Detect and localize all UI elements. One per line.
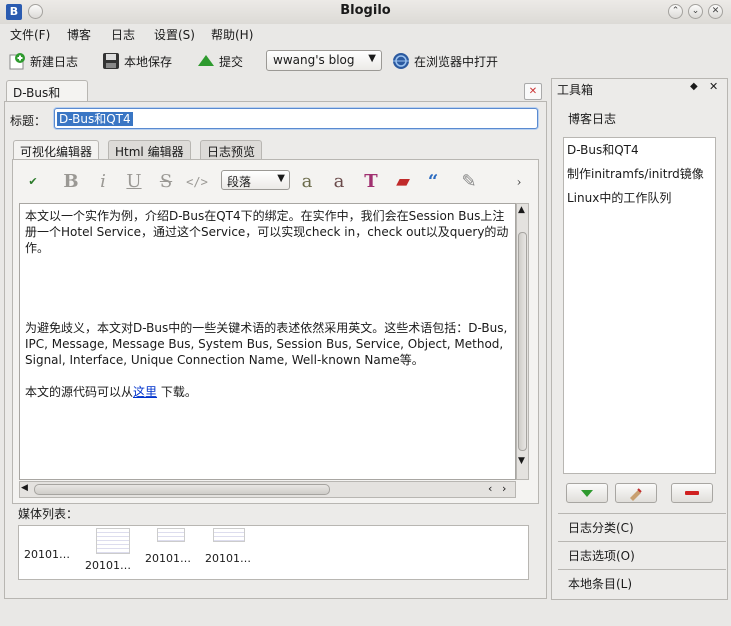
increase-font-icon[interactable]: a bbox=[296, 171, 318, 193]
new-post-label: 新建日志 bbox=[30, 54, 79, 69]
editor-paragraph-3: 本文的源代码可以从这里 下载。 bbox=[25, 384, 510, 400]
media-list-label: 媒体列表： bbox=[18, 507, 79, 521]
broom-icon bbox=[630, 488, 642, 501]
clear-list-button[interactable] bbox=[615, 483, 657, 503]
editor-paragraph-1: 本文以一个实作为例，介绍D-Bus在QT4下的绑定。在实作中，我们会在Sessi… bbox=[25, 209, 509, 255]
download-link[interactable]: 这里 bbox=[133, 385, 157, 399]
blog-select-value: wwang's blog bbox=[273, 53, 355, 67]
minus-icon bbox=[685, 491, 699, 495]
menu-help[interactable]: 帮助(H) bbox=[211, 26, 253, 43]
section-label: 日志选项(O) bbox=[568, 549, 635, 563]
text-color-icon[interactable]: T bbox=[360, 171, 382, 193]
paragraph-style-select[interactable]: 段落 ▼ bbox=[221, 170, 290, 190]
document-tab[interactable]: D-Bus和QT4 bbox=[6, 80, 88, 115]
list-item[interactable]: 制作initramfs/initrd镜像 bbox=[567, 165, 704, 182]
fetch-posts-button[interactable] bbox=[566, 483, 608, 503]
submit-label: 提交 bbox=[219, 54, 244, 69]
section-post-options[interactable]: 日志选项(O) bbox=[558, 541, 726, 567]
title-label: 标题： bbox=[10, 114, 47, 128]
globe-icon bbox=[392, 52, 410, 70]
float-panel-icon[interactable]: ◆ bbox=[690, 81, 698, 92]
section-local-entries[interactable]: 本地条目(L) bbox=[558, 569, 726, 595]
add-link-icon[interactable]: ✎ bbox=[458, 171, 480, 193]
blockquote-icon[interactable]: “ bbox=[422, 171, 444, 193]
scroll-down-icon[interactable]: ▼ bbox=[518, 456, 525, 466]
close-button[interactable]: ✕ bbox=[708, 4, 723, 19]
list-item[interactable]: Linux中的工作队列 bbox=[567, 189, 671, 206]
open-in-browser-label: 在浏览器中打开 bbox=[414, 54, 499, 69]
tab-visual-editor[interactable]: 可视化编辑器 bbox=[13, 140, 100, 160]
post-editor[interactable]: 本文以一个实作为例，介绍D-Bus在QT4下的绑定。在实作中，我们会在Sessi… bbox=[19, 203, 516, 480]
italic-icon[interactable]: i bbox=[92, 171, 114, 193]
tab-html-editor[interactable]: Html 编辑器 bbox=[108, 140, 191, 160]
menu-bar bbox=[0, 24, 731, 44]
bold-icon[interactable]: B bbox=[60, 171, 82, 193]
menu-post[interactable]: 日志 bbox=[111, 26, 135, 43]
blog-select[interactable]: wwang's blog ▼ bbox=[266, 50, 382, 71]
editor-vertical-scroll-thumb[interactable] bbox=[518, 232, 527, 451]
section-label: 本地条目(L) bbox=[568, 577, 633, 591]
blog-posts-label: 博客日志 bbox=[568, 112, 617, 126]
media-thumbnail[interactable] bbox=[96, 528, 130, 554]
close-tab-icon[interactable]: ✕ bbox=[524, 83, 542, 100]
save-disk-icon bbox=[102, 52, 120, 70]
save-local-button[interactable]: 本地保存 bbox=[102, 52, 172, 70]
chevron-down-icon: ▼ bbox=[368, 53, 376, 64]
scroll-up-icon[interactable]: ▲ bbox=[518, 205, 525, 215]
editor-paragraph-2: 为避免歧义，本文对D-Bus中的一些关键术语的表述依然采用英文。这些术语包括：D… bbox=[25, 321, 508, 367]
spellcheck-icon[interactable]: ✔ bbox=[22, 171, 44, 193]
section-label: 日志分类(C) bbox=[568, 521, 634, 535]
window-title: Blogilo bbox=[340, 3, 391, 18]
media-caption[interactable]: 20101… bbox=[205, 552, 251, 565]
editor-p3-before: 本文的源代码可以从 bbox=[25, 385, 134, 399]
editor-p3-after: 下载。 bbox=[157, 385, 197, 399]
strikethrough-icon[interactable]: S bbox=[155, 171, 177, 193]
blog-posts-list bbox=[563, 137, 716, 474]
new-post-button[interactable]: 新建日志 bbox=[8, 52, 78, 70]
toolbox-title: 工具箱 bbox=[557, 83, 594, 97]
remove-post-button[interactable] bbox=[671, 483, 713, 503]
title-input-value: D-Bus和QT4 bbox=[57, 112, 133, 126]
submit-button[interactable]: 提交 bbox=[197, 52, 243, 70]
underline-icon[interactable]: U bbox=[123, 171, 145, 193]
eraser-icon[interactable]: ▰ bbox=[392, 171, 414, 193]
minimize-button[interactable]: ⌃ bbox=[668, 4, 683, 19]
scroll-right-icon[interactable]: › bbox=[502, 482, 506, 495]
media-caption[interactable]: 20101… bbox=[85, 559, 131, 572]
menu-settings[interactable]: 设置(S) bbox=[154, 26, 195, 43]
upload-arrow-icon bbox=[197, 52, 215, 70]
title-input[interactable]: D-Bus和QT4 bbox=[54, 108, 538, 129]
scroll-left-icon[interactable]: ◀ bbox=[21, 483, 28, 493]
menu-file[interactable]: 文件(F) bbox=[10, 26, 50, 43]
menu-blog[interactable]: 博客 bbox=[67, 26, 91, 43]
editor-blank-space bbox=[25, 272, 510, 304]
new-document-icon bbox=[8, 52, 26, 70]
more-tools-icon[interactable]: › bbox=[513, 171, 525, 193]
scroll-left-small-icon[interactable]: ‹ bbox=[488, 482, 492, 495]
list-item[interactable]: D-Bus和QT4 bbox=[567, 141, 639, 158]
chevron-down-icon: ▼ bbox=[277, 173, 285, 184]
save-local-label: 本地保存 bbox=[124, 54, 173, 69]
code-icon[interactable]: </> bbox=[186, 171, 208, 193]
decrease-font-icon[interactable]: a bbox=[328, 171, 350, 193]
section-post-categories[interactable]: 日志分类(C) bbox=[558, 513, 726, 539]
open-in-browser-button[interactable]: 在浏览器中打开 bbox=[392, 52, 498, 70]
down-arrow-icon bbox=[581, 490, 593, 497]
maximize-button[interactable]: ⌄ bbox=[688, 4, 703, 19]
editor-horizontal-scroll-thumb[interactable] bbox=[34, 484, 330, 495]
media-caption[interactable]: 20101… bbox=[145, 552, 191, 565]
tab-post-preview[interactable]: 日志预览 bbox=[200, 140, 263, 160]
media-thumbnail[interactable] bbox=[213, 528, 245, 542]
status-bar bbox=[0, 603, 731, 626]
close-panel-icon[interactable]: ✕ bbox=[709, 80, 718, 93]
paragraph-style-value: 段落 bbox=[227, 175, 252, 189]
media-thumbnail[interactable] bbox=[157, 528, 185, 542]
media-caption[interactable]: 20101… bbox=[24, 548, 70, 561]
